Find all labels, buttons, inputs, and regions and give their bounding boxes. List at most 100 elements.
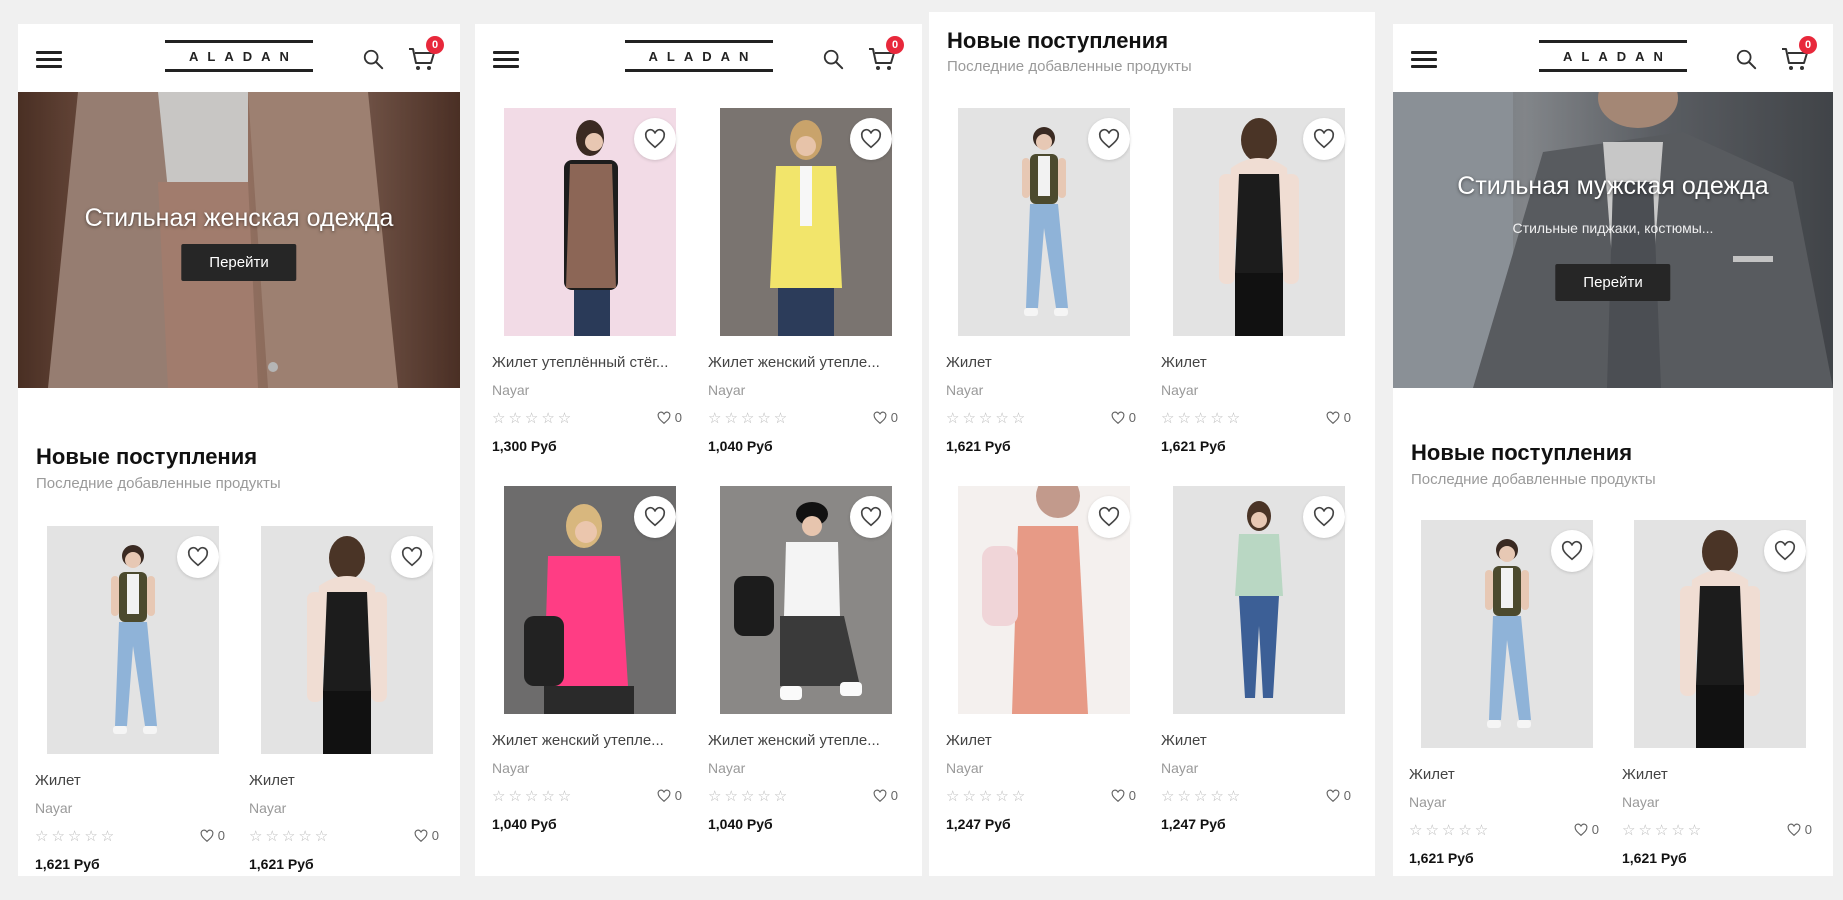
- rating-stars: ☆☆☆☆☆: [946, 410, 1029, 427]
- heart-icon: [1313, 506, 1335, 528]
- heart-icon: [1111, 411, 1125, 425]
- product-price: 1,300 Руб: [492, 438, 557, 454]
- likes-count: 0: [1326, 788, 1351, 803]
- menu-icon[interactable]: [36, 51, 62, 69]
- favorite-button[interactable]: [391, 536, 433, 578]
- favorite-button[interactable]: [1088, 496, 1130, 538]
- section-title: Новые поступления: [36, 444, 258, 469]
- rating-stars: ☆☆☆☆☆: [492, 788, 575, 805]
- rating-stars: ☆☆☆☆☆: [1409, 822, 1492, 839]
- menu-icon[interactable]: [1411, 51, 1437, 69]
- favorite-button[interactable]: [634, 496, 676, 538]
- likes-count: 0: [873, 410, 898, 425]
- heart-icon: [1326, 789, 1340, 803]
- product-price: 1,621 Руб: [1409, 850, 1474, 866]
- app-bar: ALADAN 0: [1393, 24, 1833, 92]
- product-name[interactable]: Жилет: [1409, 766, 1599, 783]
- rating-stars: ☆☆☆☆☆: [708, 788, 791, 805]
- search-icon[interactable]: [1735, 48, 1757, 70]
- product-price: 1,621 Руб: [946, 438, 1011, 454]
- menu-icon[interactable]: [493, 51, 519, 69]
- product-name[interactable]: Жилет: [1161, 732, 1351, 749]
- phone-screen-women-home: ALADAN 0 Стильная женская одежда Перейти…: [18, 24, 460, 876]
- heart-icon: [187, 546, 209, 568]
- product-name[interactable]: Жилет женский утепле...: [492, 732, 682, 749]
- favorite-button[interactable]: [1303, 496, 1345, 538]
- app-bar: ALADAN 0: [18, 24, 460, 92]
- brand-logo[interactable]: ALADAN: [165, 40, 313, 72]
- product-price: 1,621 Руб: [1161, 438, 1226, 454]
- heart-icon: [1111, 789, 1125, 803]
- product-price: 1,621 Руб: [249, 856, 314, 872]
- product-price: 1,621 Руб: [1622, 850, 1687, 866]
- search-icon[interactable]: [822, 48, 844, 70]
- hero-go-button[interactable]: Перейти: [181, 244, 297, 281]
- rating-stars: ☆☆☆☆☆: [249, 828, 332, 845]
- product-name[interactable]: Жилет: [35, 772, 225, 789]
- favorite-button[interactable]: [850, 118, 892, 160]
- product-brand: Naуar: [708, 760, 746, 776]
- cart-button[interactable]: 0: [868, 36, 904, 72]
- heart-icon: [657, 789, 671, 803]
- product-brand: Naуar: [492, 760, 530, 776]
- product-brand: Naуar: [946, 760, 984, 776]
- cart-button[interactable]: 0: [408, 36, 444, 72]
- hero-title: Стильная женская одежда: [84, 204, 394, 232]
- brand-logo[interactable]: ALADAN: [624, 40, 773, 72]
- hero-title: Стильная мужская одежда: [1457, 172, 1769, 200]
- section-title: Новые поступления: [947, 28, 1169, 53]
- rating-stars: ☆☆☆☆☆: [492, 410, 575, 427]
- product-name[interactable]: Жилет утеплённый стёг...: [492, 354, 682, 371]
- heart-icon: [644, 128, 666, 150]
- cart-count-badge: 0: [426, 36, 444, 54]
- product-price: 1,247 Руб: [946, 816, 1011, 832]
- search-icon[interactable]: [362, 48, 384, 70]
- favorite-button[interactable]: [634, 118, 676, 160]
- rating-stars: ☆☆☆☆☆: [708, 410, 791, 427]
- heart-icon: [401, 546, 423, 568]
- product-price: 1,040 Руб: [708, 438, 773, 454]
- product-brand: Naуar: [249, 800, 287, 816]
- product-brand: Naуar: [708, 382, 746, 398]
- favorite-button[interactable]: [850, 496, 892, 538]
- favorite-button[interactable]: [1551, 530, 1593, 572]
- rating-stars: ☆☆☆☆☆: [1161, 788, 1244, 805]
- product-brand: Naуar: [35, 800, 73, 816]
- heart-icon: [1326, 411, 1340, 425]
- hero-go-button[interactable]: Перейти: [1555, 264, 1671, 301]
- product-brand: Naуar: [1409, 794, 1447, 810]
- product-name[interactable]: Жилет женский утепле...: [708, 354, 898, 371]
- heart-icon: [1774, 540, 1796, 562]
- cart-button[interactable]: 0: [1781, 36, 1817, 72]
- section-title: Новые поступления: [1411, 440, 1633, 465]
- heart-icon: [860, 128, 882, 150]
- likes-count: 0: [1326, 410, 1351, 425]
- likes-count: 0: [200, 828, 225, 843]
- product-brand: Naуar: [1161, 382, 1199, 398]
- heart-icon: [860, 506, 882, 528]
- likes-count: 0: [414, 828, 439, 843]
- app-bar: ALADAN 0: [475, 24, 922, 92]
- product-brand: Naуar: [946, 382, 984, 398]
- favorite-button[interactable]: [1088, 118, 1130, 160]
- heart-icon: [1787, 823, 1801, 837]
- hero-subtitle: Стильные пиджаки, костюмы...: [1512, 220, 1714, 236]
- heart-icon: [1574, 823, 1588, 837]
- likes-count: 0: [657, 788, 682, 803]
- section-subtitle: Последние добавленные продукты: [947, 58, 1192, 75]
- heart-icon: [644, 506, 666, 528]
- favorite-button[interactable]: [1303, 118, 1345, 160]
- product-name[interactable]: Жилет женский утепле...: [708, 732, 898, 749]
- product-name[interactable]: Жилет: [249, 772, 439, 789]
- product-name[interactable]: Жилет: [1161, 354, 1351, 371]
- product-name[interactable]: Жилет: [1622, 766, 1812, 783]
- heart-icon: [873, 411, 887, 425]
- product-name[interactable]: Жилет: [946, 354, 1136, 371]
- brand-logo[interactable]: ALADAN: [1539, 40, 1687, 72]
- heart-icon: [1313, 128, 1335, 150]
- rating-stars: ☆☆☆☆☆: [946, 788, 1029, 805]
- favorite-button[interactable]: [1764, 530, 1806, 572]
- likes-count: 0: [873, 788, 898, 803]
- product-name[interactable]: Жилет: [946, 732, 1136, 749]
- favorite-button[interactable]: [177, 536, 219, 578]
